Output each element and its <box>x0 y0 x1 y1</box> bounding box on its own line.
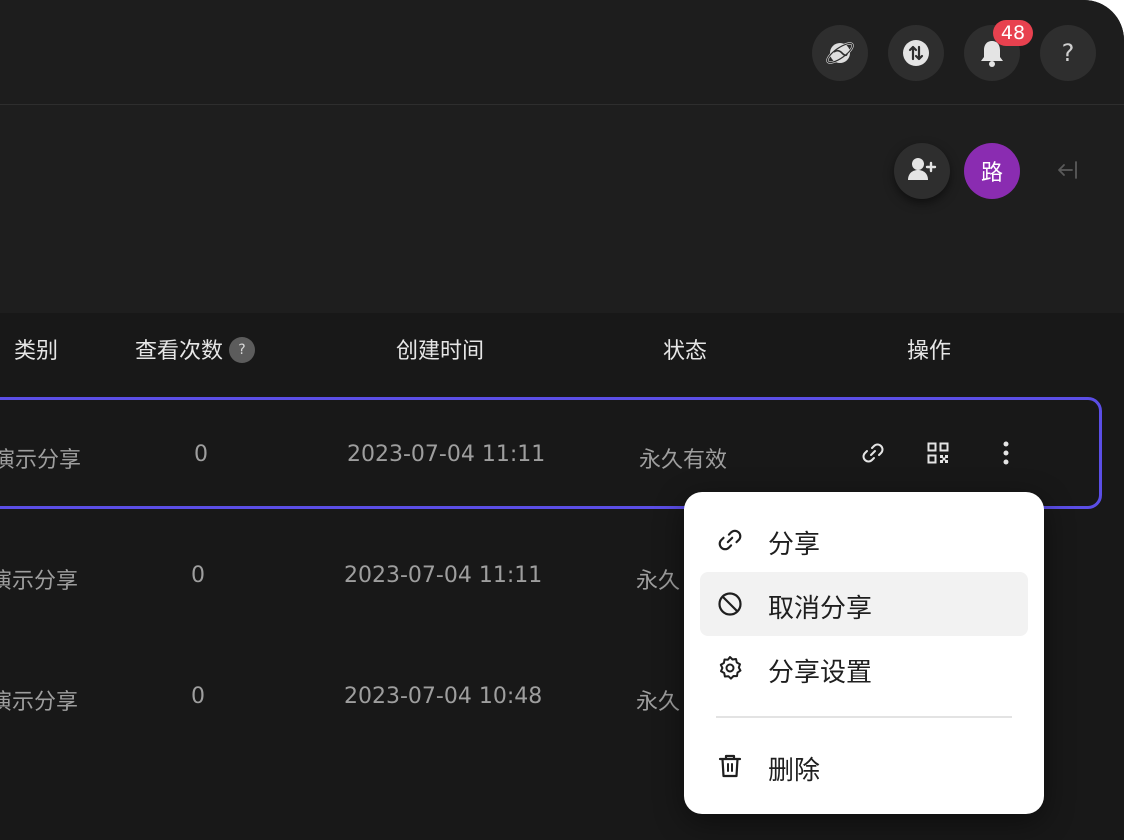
help-button[interactable]: ? <box>1040 25 1096 81</box>
menu-item-label: 删除 <box>768 756 821 786</box>
trash-icon <box>716 752 744 780</box>
menu-item-label: 分享 <box>768 530 821 560</box>
transfer-button[interactable] <box>888 25 944 81</box>
cell-views: 0 <box>194 442 208 467</box>
question-icon[interactable]: ? <box>229 337 256 363</box>
column-header-status[interactable]: 状态 <box>663 333 707 365</box>
menu-divider <box>716 716 1012 718</box>
cell-views: 0 <box>191 684 205 709</box>
column-header-views-label: 查看次数 <box>135 339 224 364</box>
cell-status: 永久 <box>636 690 681 715</box>
qr-code-icon[interactable] <box>922 437 954 469</box>
top-bar: 48 ? <box>0 0 1124 105</box>
menu-item-label: 取消分享 <box>768 594 873 624</box>
column-header-views[interactable]: 查看次数? <box>135 333 256 365</box>
sub-header: 路 <box>0 105 1124 313</box>
ban-icon <box>716 590 744 618</box>
row-actions-menu: 分享 取消分享 分享设置 删除 <box>684 492 1044 814</box>
menu-item-share[interactable]: 分享 <box>700 508 1028 572</box>
cell-status: 永久 <box>636 569 681 594</box>
menu-item-delete[interactable]: 删除 <box>700 734 1028 798</box>
cell-created: 2023-07-04 11:11 <box>344 563 543 588</box>
column-header-category[interactable]: 类别 <box>14 333 58 365</box>
cell-views: 0 <box>191 563 205 588</box>
link-icon <box>716 526 744 554</box>
menu-item-cancel-share[interactable]: 取消分享 <box>700 572 1028 636</box>
menu-item-share-settings[interactable]: 分享设置 <box>700 636 1028 700</box>
column-header-created[interactable]: 创建时间 <box>396 333 484 365</box>
more-vertical-icon[interactable] <box>990 437 1022 469</box>
cell-created: 2023-07-04 11:11 <box>347 442 546 467</box>
collapse-arrow-icon <box>1055 158 1079 186</box>
gear-icon <box>716 654 744 682</box>
cell-created: 2023-07-04 10:48 <box>344 684 543 709</box>
notifications-button[interactable]: 48 <box>964 20 1033 81</box>
collapse-panel-button[interactable] <box>1052 157 1082 187</box>
app-window: 48 ? 路 类别 查看次数 ? 创建时间 状态 操作 演示分享 0 2023-… <box>0 0 1124 840</box>
invite-member-button[interactable] <box>894 143 950 199</box>
cell-status: 永久有效 <box>639 448 728 473</box>
help-icon: ? <box>1061 39 1075 67</box>
cell-category: 演示分享 <box>0 569 79 594</box>
cell-category: 演示分享 <box>0 448 82 473</box>
planet-button[interactable] <box>812 25 868 81</box>
cell-category: 演示分享 <box>0 690 79 715</box>
copy-link-icon[interactable] <box>857 437 889 469</box>
avatar[interactable]: 路 <box>964 143 1020 199</box>
transfer-icon <box>902 39 930 67</box>
planet-icon <box>825 38 855 68</box>
column-header-actions: 操作 <box>907 339 952 364</box>
table-header: 类别 查看次数? 创建时间 状态 操作 <box>0 313 1124 383</box>
menu-item-label: 分享设置 <box>768 658 873 688</box>
notification-count-badge: 48 <box>993 20 1033 46</box>
add-user-icon <box>907 155 937 187</box>
